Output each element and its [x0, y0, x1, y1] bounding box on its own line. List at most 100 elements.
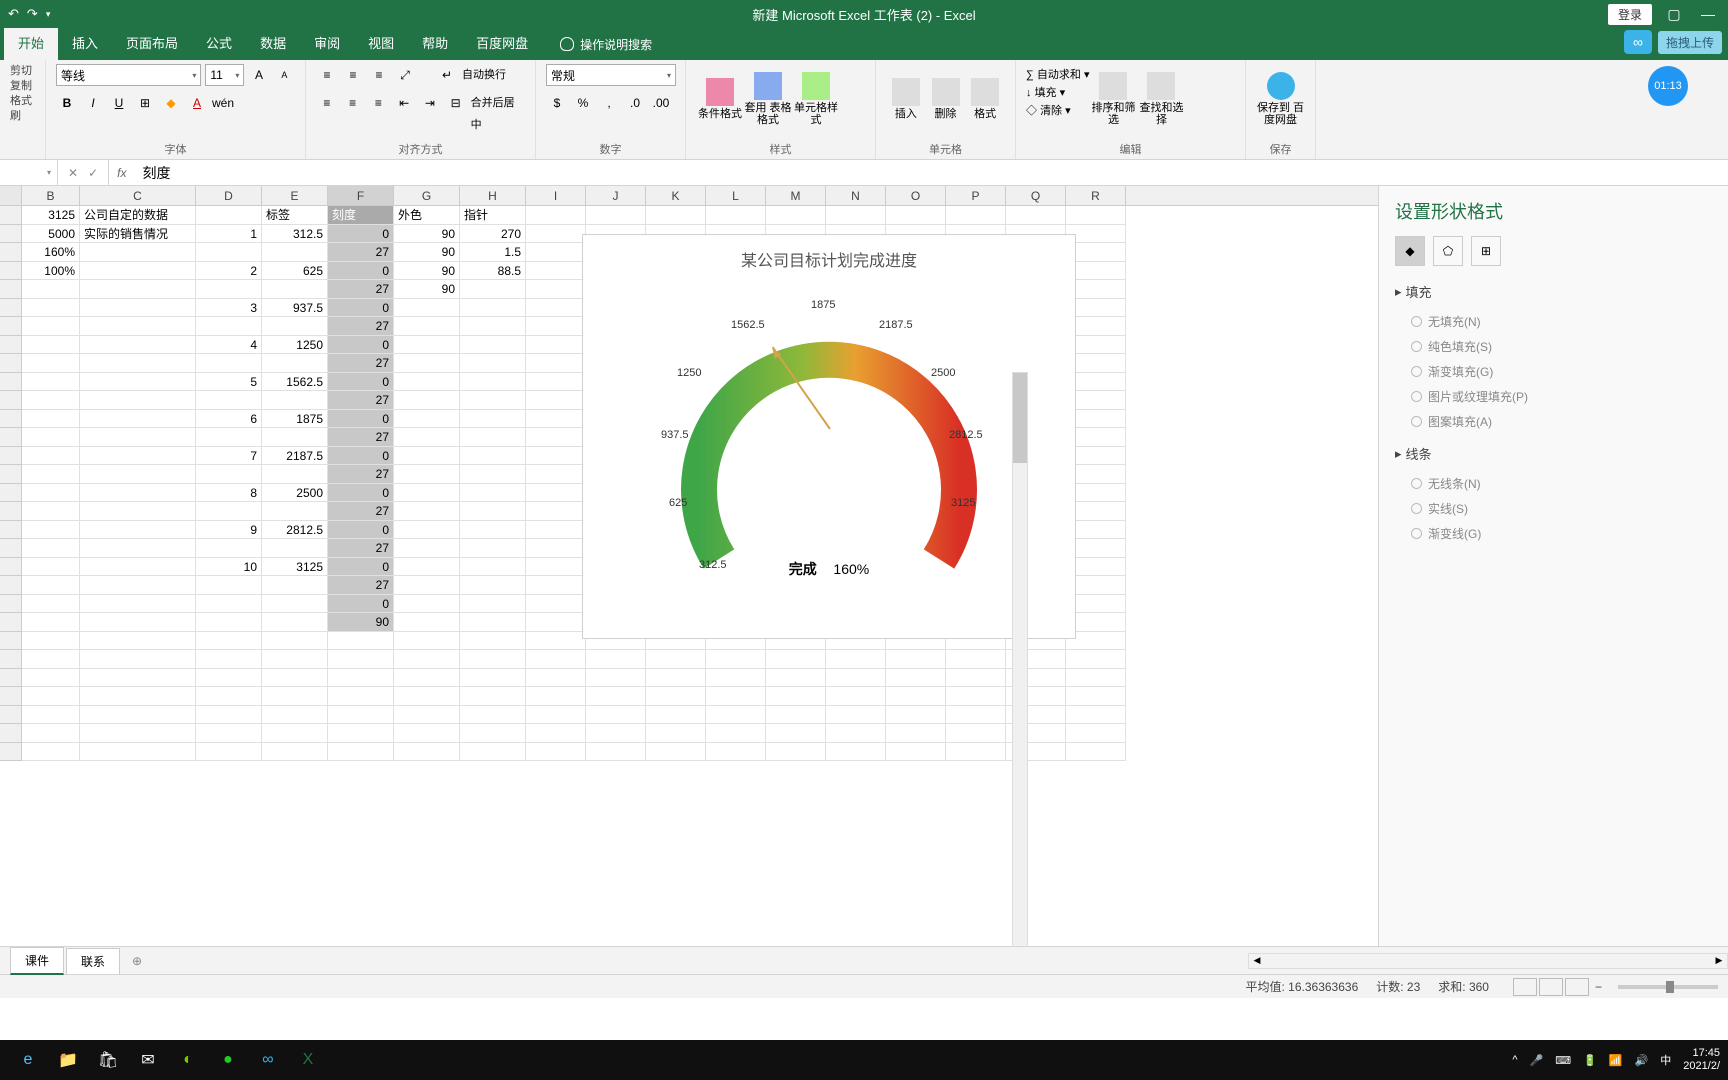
excel-icon[interactable]: X	[288, 1044, 328, 1076]
cell-D9[interactable]	[196, 354, 262, 373]
cell-F13[interactable]: 27	[328, 428, 394, 447]
cell-D4[interactable]: 2	[196, 262, 262, 281]
name-box[interactable]: ▾	[0, 160, 58, 185]
cell-B7[interactable]	[22, 317, 80, 336]
row-header[interactable]	[0, 595, 22, 614]
cell-M1[interactable]	[766, 206, 826, 225]
cell-E7[interactable]	[262, 317, 328, 336]
dec-decimal-icon[interactable]: .00	[650, 92, 672, 114]
cell-H8[interactable]	[460, 336, 526, 355]
clock-time[interactable]: 17:45	[1683, 1047, 1720, 1060]
tab-data[interactable]: 数据	[246, 28, 300, 60]
mail-icon[interactable]: ✉	[128, 1044, 168, 1076]
cell-D21[interactable]	[196, 576, 262, 595]
cell-H30[interactable]	[460, 743, 526, 762]
cell-D27[interactable]	[196, 687, 262, 706]
cell-H13[interactable]	[460, 428, 526, 447]
copy-button[interactable]: 复制	[10, 79, 35, 94]
cell-I27[interactable]	[526, 687, 586, 706]
cell-C28[interactable]	[80, 706, 196, 725]
formula-input[interactable]: 刻度	[134, 163, 1728, 183]
row-header[interactable]	[0, 539, 22, 558]
tab-home[interactable]: 开始	[4, 28, 58, 60]
cell-H19[interactable]	[460, 539, 526, 558]
cell-G21[interactable]	[394, 576, 460, 595]
fill-section-header[interactable]: ▸ 填充	[1395, 282, 1712, 301]
cell-I20[interactable]	[526, 558, 586, 577]
view-normal-icon[interactable]	[1513, 978, 1537, 996]
col-header-F[interactable]: F	[328, 186, 394, 205]
cell-N29[interactable]	[826, 724, 886, 743]
cell-O28[interactable]	[886, 706, 946, 725]
enter-icon[interactable]: ✓	[88, 166, 98, 180]
zoom-slider[interactable]	[1618, 985, 1718, 989]
cell-L30[interactable]	[706, 743, 766, 762]
cell-R25[interactable]	[1066, 650, 1126, 669]
cell-I13[interactable]	[526, 428, 586, 447]
cell-R29[interactable]	[1066, 724, 1126, 743]
cell-I18[interactable]	[526, 521, 586, 540]
cell-D13[interactable]	[196, 428, 262, 447]
cell-H16[interactable]	[460, 484, 526, 503]
cell-G8[interactable]	[394, 336, 460, 355]
cell-G10[interactable]	[394, 373, 460, 392]
cell-K29[interactable]	[646, 724, 706, 743]
row-header[interactable]	[0, 743, 22, 762]
row-header[interactable]	[0, 243, 22, 262]
row-header[interactable]	[0, 687, 22, 706]
horizontal-scrollbar[interactable]: ◀▶	[1248, 953, 1728, 969]
row-header[interactable]	[0, 576, 22, 595]
cell-I1[interactable]	[526, 206, 586, 225]
cell-O30[interactable]	[886, 743, 946, 762]
col-header-D[interactable]: D	[196, 186, 262, 205]
col-header-K[interactable]: K	[646, 186, 706, 205]
cell-C13[interactable]	[80, 428, 196, 447]
cell-B30[interactable]	[22, 743, 80, 762]
size-tab-icon[interactable]: ⊞	[1471, 236, 1501, 266]
cell-I10[interactable]	[526, 373, 586, 392]
row-header[interactable]	[0, 447, 22, 466]
cell-E11[interactable]	[262, 391, 328, 410]
col-header-L[interactable]: L	[706, 186, 766, 205]
cell-F21[interactable]: 27	[328, 576, 394, 595]
cell-G26[interactable]	[394, 669, 460, 688]
cell-O27[interactable]	[886, 687, 946, 706]
cell-F26[interactable]	[328, 669, 394, 688]
delete-cells-button[interactable]: 删除	[926, 64, 966, 134]
browser-icon[interactable]: ◐	[168, 1044, 208, 1076]
row-header[interactable]	[0, 225, 22, 244]
row-header[interactable]	[0, 354, 22, 373]
cell-N28[interactable]	[826, 706, 886, 725]
align-right-icon[interactable]: ≡	[368, 92, 390, 114]
cell-J1[interactable]	[586, 206, 646, 225]
cell-R30[interactable]	[1066, 743, 1126, 762]
battery-icon[interactable]: 🔋	[1583, 1054, 1597, 1067]
increase-font-icon[interactable]: A	[248, 64, 269, 86]
cell-L29[interactable]	[706, 724, 766, 743]
cell-F29[interactable]	[328, 724, 394, 743]
tell-me[interactable]: 操作说明搜索	[542, 36, 652, 53]
number-format-combo[interactable]: 常规▾	[546, 64, 676, 86]
cell-E15[interactable]	[262, 465, 328, 484]
cell-D17[interactable]	[196, 502, 262, 521]
cell-I28[interactable]	[526, 706, 586, 725]
row-header[interactable]	[0, 280, 22, 299]
tab-layout[interactable]: 页面布局	[112, 28, 192, 60]
cell-E17[interactable]	[262, 502, 328, 521]
cell-I15[interactable]	[526, 465, 586, 484]
cell-E8[interactable]: 1250	[262, 336, 328, 355]
cell-M26[interactable]	[766, 669, 826, 688]
cell-G1[interactable]: 外色	[394, 206, 460, 225]
col-header-E[interactable]: E	[262, 186, 328, 205]
cell-G29[interactable]	[394, 724, 460, 743]
fill-line-tab-icon[interactable]: ◆	[1395, 236, 1425, 266]
undo-icon[interactable]: ↶	[8, 6, 19, 22]
find-select-button[interactable]: 查找和选择	[1137, 64, 1185, 134]
cell-C6[interactable]	[80, 299, 196, 318]
cell-G5[interactable]: 90	[394, 280, 460, 299]
align-mid-icon[interactable]: ≡	[342, 64, 364, 86]
row-header[interactable]	[0, 502, 22, 521]
tab-baidu[interactable]: 百度网盘	[462, 28, 542, 60]
cell-B18[interactable]	[22, 521, 80, 540]
cell-F6[interactable]: 0	[328, 299, 394, 318]
